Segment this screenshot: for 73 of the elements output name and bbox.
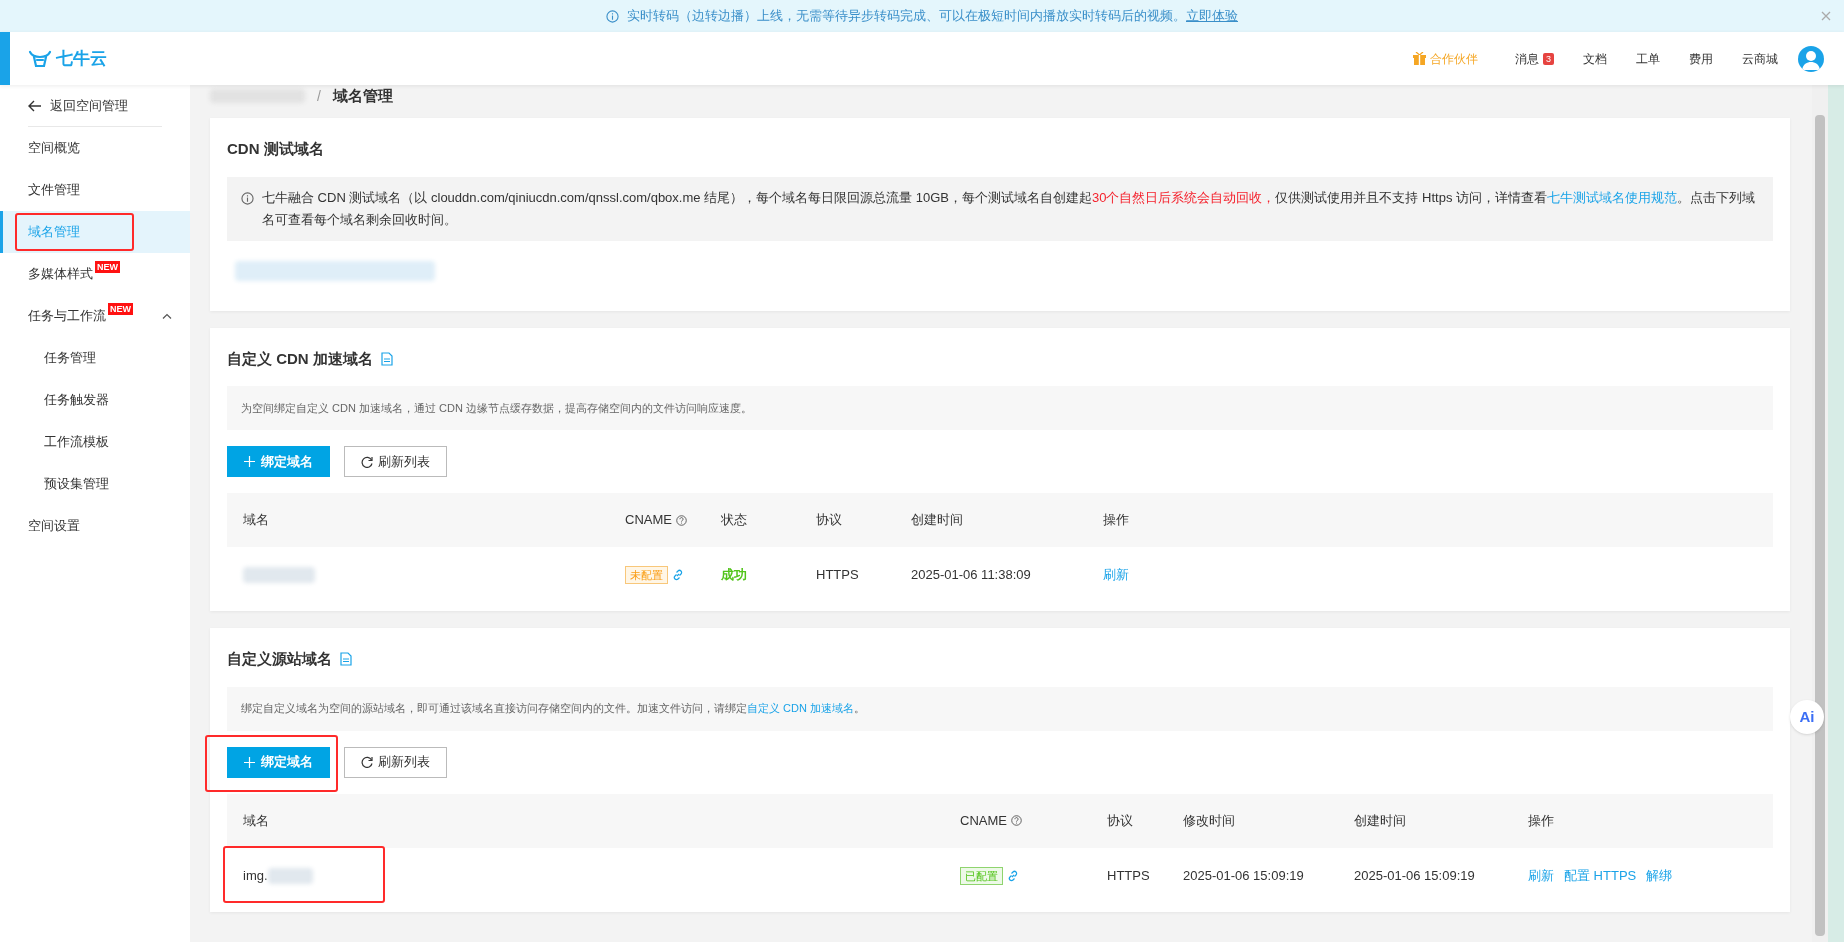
column-header: CNAME: [960, 811, 1007, 830]
help-icon: [675, 514, 687, 526]
close-icon: [1820, 10, 1832, 22]
breadcrumb-current: 域名管理: [332, 85, 393, 106]
column-header: 域名: [243, 511, 269, 530]
nav-link[interactable]: 费用: [1689, 49, 1713, 68]
sidebar-item[interactable]: 工作流模板: [0, 421, 190, 463]
table-cell-text: img.: [243, 866, 268, 885]
sidebar-item[interactable]: 任务触发器: [0, 379, 190, 421]
refresh-list-button[interactable]: 刷新列表: [344, 746, 447, 778]
sidebar-item[interactable]: 空间设置: [0, 505, 190, 547]
column-header: 协议: [816, 511, 842, 530]
new-badge: NEW: [95, 261, 120, 273]
column-header: CNAME: [625, 511, 672, 530]
document-icon: [340, 652, 352, 667]
assistant-button[interactable]: Ai: [1790, 700, 1824, 734]
redacted-text: [243, 567, 315, 583]
accent-bar: [0, 32, 10, 85]
sidebar-item[interactable]: 多媒体样式 NEW: [0, 253, 190, 295]
card-title: 自定义 CDN 加速域名: [227, 348, 373, 369]
status-tag: 已配置: [960, 866, 1003, 885]
table-cell-text: HTTPS: [1107, 866, 1150, 885]
nav-link[interactable]: 文档: [1583, 49, 1607, 68]
refresh-icon: [361, 756, 373, 768]
card-title: CDN 测试域名: [227, 139, 324, 159]
avatar[interactable]: [1798, 45, 1824, 72]
nav-link[interactable]: 云商城: [1742, 49, 1778, 68]
table-cell-text: 2025-01-06 15:09:19: [1183, 866, 1304, 885]
column-header: 修改时间: [1183, 811, 1235, 830]
logo-text: 七牛云: [56, 47, 107, 70]
column-header: 域名: [243, 811, 269, 830]
status-tag: 未配置: [625, 566, 668, 584]
description-text: 绑定自定义域名为空间的源站域名，即可通过该域名直接访问存储空间内的文件。加速文件访问，请绑定自定义 CDN 加速域名。: [241, 701, 865, 717]
table-cell-text: HTTPS: [816, 566, 859, 585]
logo-icon: [28, 49, 52, 68]
document-icon: [380, 351, 393, 366]
sidebar-item[interactable]: 空间概览: [0, 127, 190, 169]
nav-link[interactable]: 消息 3: [1515, 49, 1554, 68]
new-badge: NEW: [108, 303, 133, 315]
notice-text: 七牛融合 CDN 测试域名（以 clouddn.com/qiniucdn.com/qnssl.com/qbox.me 结尾），每个域名每日限回源总流量 10GB，每个测试域名自创建起30个自然日后系统会自动回收，仅供测试使用并且不支持 Https 访问，详情查看七牛测试域名使用规范。点击下列域名可查看每个域名剩余回收时间。: [262, 188, 1757, 229]
column-header: 创建时间: [1354, 811, 1406, 830]
info-icon: [606, 9, 619, 23]
column-header: 操作: [1528, 811, 1554, 830]
help-icon: [1010, 815, 1022, 826]
description-text: 为空间绑定自定义 CDN 加速域名，通过 CDN 边缘节点缓存数据，提高存储空间内的文件访问响应速度。: [241, 400, 752, 416]
refresh-list-button[interactable]: 刷新列表: [344, 446, 447, 477]
card-title: 自定义源站域名: [227, 649, 332, 669]
banner-text: 实时转码（边转边播）上线，无需等待异步转码完成、可以在极短时间内播放实时转码后的视频。立即体验: [627, 7, 1238, 26]
redacted-text: [267, 867, 313, 884]
link-icon: [1007, 869, 1019, 882]
link-icon: [672, 569, 684, 581]
scrollbar-thumb[interactable]: [1815, 115, 1825, 936]
info-icon: [241, 191, 254, 205]
sidebar-item[interactable]: 文件管理: [0, 169, 190, 211]
sidebar-item[interactable]: 任务与工作流 NEW: [0, 295, 190, 337]
table-cell-text: 2025-01-06 15:09:19: [1354, 866, 1475, 885]
column-header: 协议: [1107, 811, 1133, 830]
plus-icon: [244, 756, 255, 768]
arrow-left-icon: [28, 99, 42, 112]
back-link[interactable]: 返回空间管理: [28, 85, 162, 127]
column-header: 操作: [1103, 511, 1129, 530]
plus-icon: [244, 456, 255, 467]
breadcrumb-separator: /: [317, 86, 321, 106]
table-cell-text: 成功: [721, 566, 747, 585]
sidebar-item[interactable]: 预设集管理: [0, 463, 190, 505]
count-badge: 3: [1543, 52, 1554, 65]
gift-icon: [1413, 51, 1426, 66]
column-header: 状态: [721, 511, 747, 530]
table-cell-text: 2025-01-06 11:38:09: [911, 566, 1031, 585]
nav-link[interactable]: 工单: [1636, 49, 1660, 68]
column-header: 创建时间: [911, 511, 963, 530]
refresh-icon: [361, 455, 373, 468]
sidebar-item[interactable]: 任务管理: [0, 337, 190, 379]
